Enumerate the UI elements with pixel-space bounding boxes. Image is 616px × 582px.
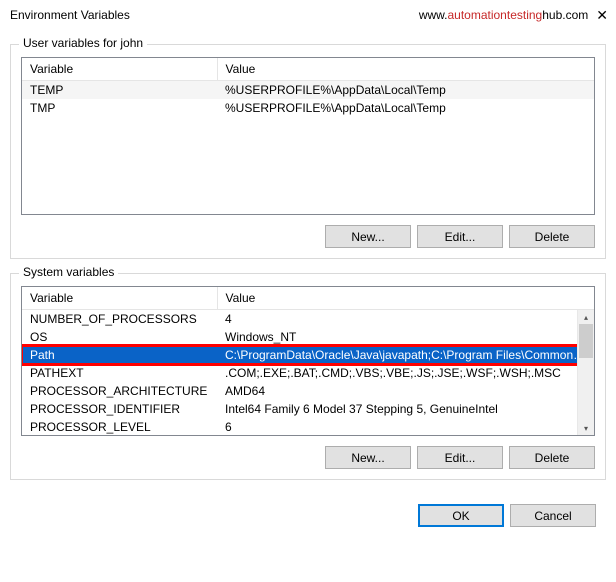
column-header-value[interactable]: Value (217, 58, 594, 81)
user-variables-group: User variables for john Variable Value T… (10, 44, 606, 259)
user-variables-table[interactable]: Variable Value TEMP %USERPROFILE%\AppDat… (21, 57, 595, 215)
title-bar: Environment Variables www.automationtest… (0, 0, 616, 28)
system-delete-button[interactable]: Delete (509, 446, 595, 469)
user-new-button[interactable]: New... (325, 225, 411, 248)
scroll-up-icon[interactable]: ▴ (578, 310, 594, 324)
table-row-selected[interactable]: Path C:\ProgramData\Oracle\Java\javapath… (22, 346, 594, 364)
table-row[interactable]: PROCESSOR_LEVEL 6 (22, 418, 594, 436)
table-row[interactable]: PROCESSOR_ARCHITECTURE AMD64 (22, 382, 594, 400)
column-header-variable[interactable]: Variable (22, 58, 217, 81)
table-row[interactable]: TMP %USERPROFILE%\AppData\Local\Temp (22, 99, 594, 117)
watermark: www.automationtestinghub.com (419, 8, 588, 22)
user-edit-button[interactable]: Edit... (417, 225, 503, 248)
system-variables-legend: System variables (19, 265, 118, 279)
column-header-variable[interactable]: Variable (22, 287, 217, 310)
column-header-value[interactable]: Value (217, 287, 594, 310)
window-title: Environment Variables (10, 8, 419, 22)
scrollbar-thumb[interactable] (579, 324, 593, 358)
ok-button[interactable]: OK (418, 504, 504, 527)
scroll-down-icon[interactable]: ▾ (578, 421, 594, 435)
system-variables-group: System variables Variable Value NUMBER_O… (10, 273, 606, 480)
system-new-button[interactable]: New... (325, 446, 411, 469)
user-variables-legend: User variables for john (19, 36, 147, 50)
system-edit-button[interactable]: Edit... (417, 446, 503, 469)
table-row[interactable]: NUMBER_OF_PROCESSORS 4 (22, 310, 594, 329)
table-row[interactable]: PATHEXT .COM;.EXE;.BAT;.CMD;.VBS;.VBE;.J… (22, 364, 594, 382)
table-row[interactable]: PROCESSOR_IDENTIFIER Intel64 Family 6 Mo… (22, 400, 594, 418)
table-row[interactable]: OS Windows_NT (22, 328, 594, 346)
system-variables-table[interactable]: Variable Value NUMBER_OF_PROCESSORS 4 OS… (21, 286, 595, 436)
user-delete-button[interactable]: Delete (509, 225, 595, 248)
scrollbar-vertical[interactable]: ▴ ▾ (577, 310, 594, 435)
close-icon[interactable]: ✕ (596, 8, 608, 22)
table-row[interactable]: TEMP %USERPROFILE%\AppData\Local\Temp (22, 81, 594, 100)
cancel-button[interactable]: Cancel (510, 504, 596, 527)
